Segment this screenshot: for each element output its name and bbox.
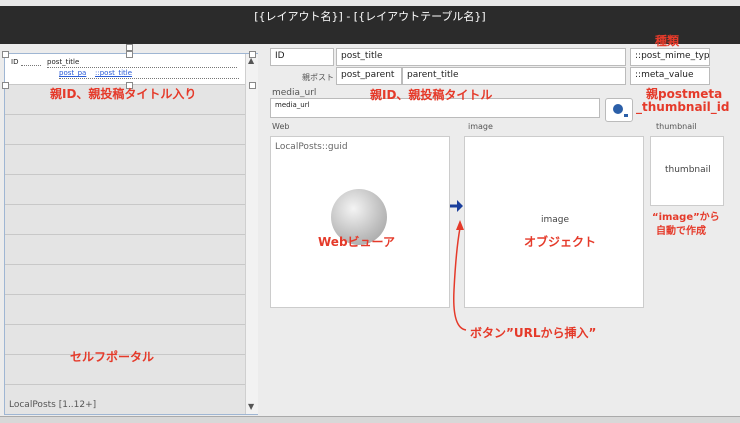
globe-icon <box>613 104 628 117</box>
meta-value-field[interactable]: ::meta_value <box>630 67 710 85</box>
portal-footer-label: LocalPosts [1..12+] <box>9 400 97 410</box>
portal-row-divider <box>5 234 245 235</box>
post-title-field[interactable]: post_title <box>336 48 626 66</box>
thumbnail-placeholder: thumbnail <box>665 165 711 175</box>
portal-id-field[interactable]: ID <box>11 58 18 66</box>
portal-dotline <box>59 78 239 79</box>
annotation-parent-id-title: 親ID、親投稿タイトル <box>370 88 493 102</box>
annotation-object: オブジェクト <box>524 235 597 249</box>
id-field[interactable]: ID <box>270 48 334 66</box>
portal-row-divider <box>5 114 245 115</box>
portal-post-title-field[interactable]: post_title <box>47 58 79 66</box>
post-mime-type-field[interactable]: ::post_mime_typ <box>630 48 710 66</box>
portal-dotline <box>47 67 237 68</box>
annotation-type: 種類 <box>655 34 680 48</box>
portal-row-divider <box>5 294 245 295</box>
selection-handle[interactable] <box>126 44 133 51</box>
selection-handle[interactable] <box>2 51 9 58</box>
selection-handle[interactable] <box>2 82 9 89</box>
scroll-down-icon[interactable]: ▼ <box>248 402 254 411</box>
portal-row-divider <box>5 264 245 265</box>
image-label: image <box>468 122 493 131</box>
annotation-parent-id-inside: 親ID、親投稿タイトル入り <box>50 87 197 101</box>
annotation-button-insert: ボタン”URLから挿入” <box>470 326 597 340</box>
portal-post-pa-field[interactable]: post_pa <box>59 69 86 77</box>
insert-from-url-button[interactable] <box>605 98 633 122</box>
selection-handle[interactable] <box>126 51 133 58</box>
thumbnail-label: thumbnail <box>656 122 697 131</box>
portal-row-divider <box>5 174 245 175</box>
annotation-web-viewer: Webビューア <box>318 235 396 249</box>
image-container[interactable]: image <box>464 136 644 308</box>
selection-handle[interactable] <box>249 82 256 89</box>
post-parent-field[interactable]: post_parent <box>336 67 402 85</box>
thumbnail-container[interactable]: thumbnail <box>650 136 724 206</box>
annotation-arrow-icon <box>453 220 467 331</box>
portal-scrollbar[interactable]: ▲ ▼ <box>245 54 258 414</box>
annotation-image-auto-1: “image”から <box>652 212 720 223</box>
parent-title-field[interactable]: parent_title <box>402 67 626 85</box>
annotation-postmeta-2: _thumbnail_id <box>636 100 730 114</box>
web-viewer-url: LocalPosts::guid <box>275 142 348 152</box>
image-placeholder: image <box>541 215 570 225</box>
portal-row-divider <box>5 204 245 205</box>
portal-first-row[interactable]: ID post_title post_pa ::post_title <box>5 54 245 84</box>
portal-row-divider <box>5 324 245 325</box>
layout-header: [{レイアウト名}] - [{レイアウトテーブル名}] <box>0 6 740 44</box>
parent-post-label: 親ポスト <box>302 73 334 82</box>
portal-dotline <box>21 65 41 66</box>
selection-handle[interactable] <box>249 51 256 58</box>
annotation-self-portal: セルフポータル <box>70 350 155 364</box>
web-viewer[interactable]: LocalPosts::guid <box>270 136 450 308</box>
web-label: Web <box>272 122 290 131</box>
annotation-image-auto-2: 自動で作成 <box>656 226 706 237</box>
portal-row-divider <box>5 384 245 385</box>
layout-title: [{レイアウト名}] - [{レイアウトテーブル名}] <box>254 10 486 23</box>
portal-post-title-ref[interactable]: ::post_title <box>95 69 132 77</box>
portal-row-divider <box>5 144 245 145</box>
media-url-label: media_url <box>272 88 317 98</box>
